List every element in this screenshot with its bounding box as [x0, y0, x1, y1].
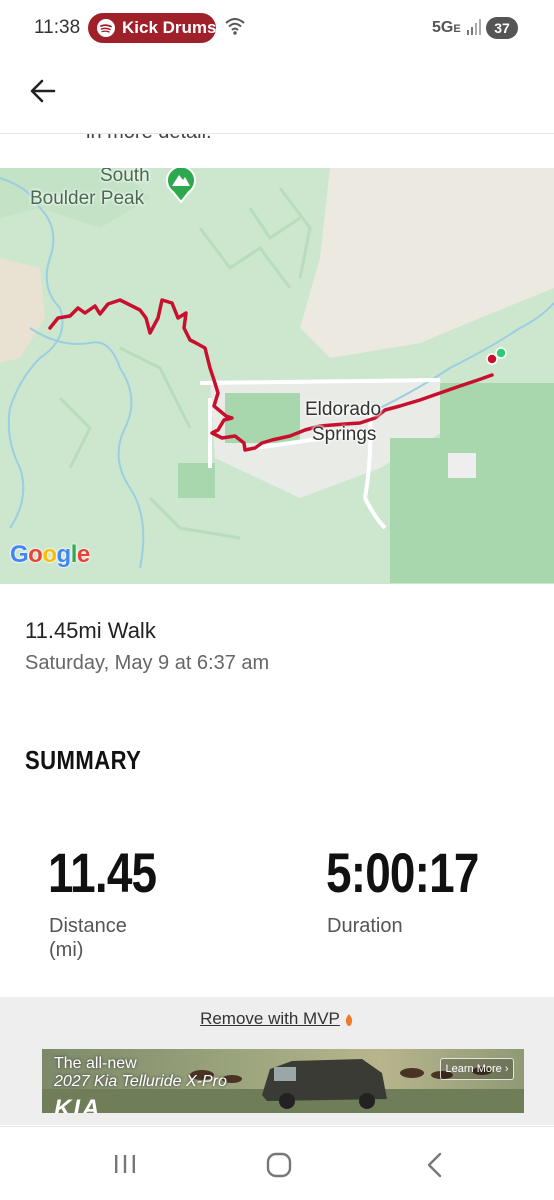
remove-ads-link[interactable]: Remove with MVP — [0, 1009, 554, 1029]
spotify-icon — [97, 19, 115, 37]
wifi-icon — [224, 16, 246, 41]
ad-banner[interactable]: The all-new 2027 Kia Telluride X-Pro Lea… — [42, 1049, 524, 1113]
app-bar — [0, 56, 554, 134]
battery-indicator: 37 — [486, 17, 518, 39]
recents-button[interactable] — [112, 1151, 138, 1182]
ad-learn-more-button[interactable]: Learn More › — [440, 1058, 514, 1080]
ad-headline-1: The all-new — [54, 1055, 137, 1072]
mvp-flame-icon — [345, 1013, 353, 1026]
signal-icon — [466, 18, 482, 41]
nav-back-icon — [427, 1152, 442, 1178]
nav-back-button[interactable] — [424, 1151, 446, 1184]
google-logo: Google — [10, 541, 90, 568]
distance-label: Distance (mi) — [49, 914, 127, 962]
home-button[interactable] — [265, 1151, 293, 1184]
ad-headline-2: 2027 Kia Telluride X-Pro — [54, 1073, 227, 1090]
duration-label: Duration — [327, 915, 403, 937]
now-playing-pill[interactable]: Kick Drums — [88, 13, 216, 43]
arrow-left-icon — [30, 79, 56, 103]
distance-label-text: Distance — [49, 915, 127, 937]
start-marker — [495, 347, 507, 359]
activity-date: Saturday, May 9 at 6:37 am — [25, 652, 270, 674]
town-label-line2: Springs — [312, 424, 377, 445]
now-playing-text: Kick Drums — [122, 18, 216, 37]
duration-value: 5:00:17 — [326, 841, 479, 904]
end-marker — [486, 353, 498, 365]
distance-unit-text: (mi) — [49, 939, 84, 961]
ad-area: Remove with MVP The all-new 2027 Kia Tel… — [0, 997, 554, 1125]
summary-heading: SUMMARY — [25, 745, 142, 775]
status-time: 11:38 — [34, 17, 81, 38]
map-canvas — [0, 168, 554, 584]
brand-logo: KIA — [54, 1095, 102, 1113]
town-label-line1: Eldorado — [305, 399, 382, 420]
status-bar: 11:38 Kick Drums 5GE 37 — [0, 0, 554, 56]
system-nav-bar — [0, 1126, 554, 1200]
home-icon — [266, 1152, 292, 1178]
peak-label-line1: South — [100, 168, 150, 186]
remove-ads-text: Remove with MVP — [200, 1009, 340, 1028]
route-map[interactable]: South Boulder Peak Eldorado Springs Goog… — [0, 168, 554, 584]
distance-value: 11.45 — [48, 841, 157, 904]
cutoff-description: in more detail. — [86, 134, 286, 144]
network-label: 5GE — [432, 19, 461, 36]
peak-label-line2: Boulder Peak — [30, 188, 145, 209]
activity-title: 11.45mi Walk — [25, 618, 156, 643]
back-button[interactable] — [26, 74, 60, 108]
recents-icon — [115, 1155, 135, 1173]
ad-cta-text: Learn More — [445, 1063, 502, 1075]
